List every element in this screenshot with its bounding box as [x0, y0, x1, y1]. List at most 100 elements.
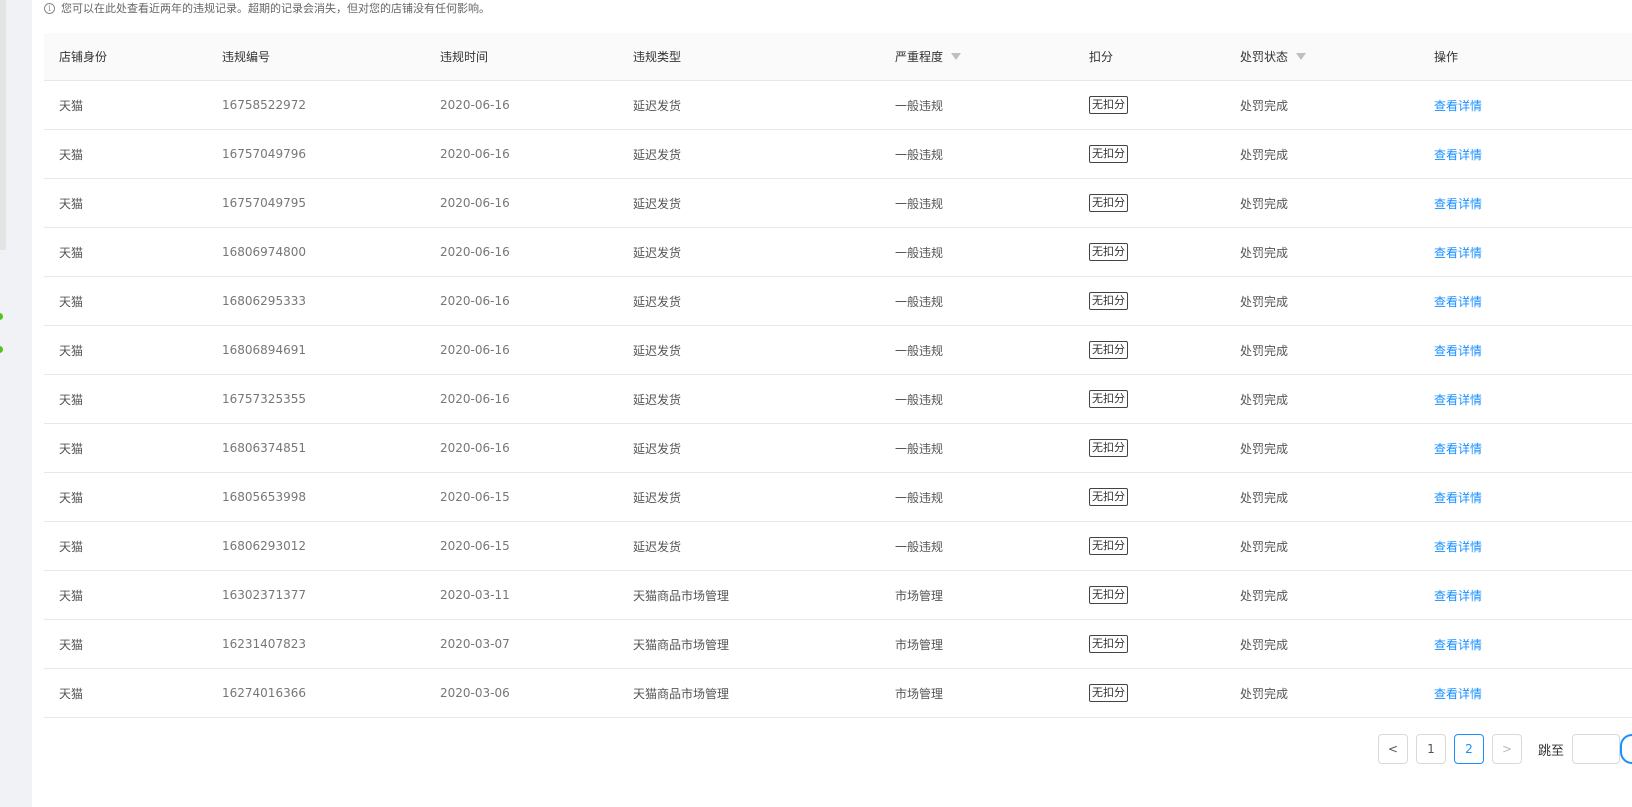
cell-points-cell: 无扣分 — [1074, 684, 1225, 702]
cell-points-cell: 无扣分 — [1074, 586, 1225, 604]
cell-violation-id: 16806894691 — [222, 343, 306, 357]
cell-status: 处罚完成 — [1240, 392, 1289, 407]
header-action: 操作 — [1434, 50, 1459, 64]
cell-violation-id: 16274016366 — [222, 686, 306, 700]
cell-status: 处罚完成 — [1240, 147, 1289, 162]
cell-violation-id: 16806295333 — [222, 294, 306, 308]
cell-violation-time: 2020-06-16 — [440, 294, 510, 308]
cell-violation-time: 2020-06-16 — [440, 245, 510, 259]
view-details-link[interactable]: 查看详情 — [1434, 491, 1482, 505]
cell-severity: 一般违规 — [895, 441, 944, 456]
view-details-link[interactable]: 查看详情 — [1434, 344, 1482, 358]
view-details-link[interactable]: 查看详情 — [1434, 540, 1482, 554]
cell-status: 处罚完成 — [1240, 490, 1289, 505]
view-details-link[interactable]: 查看详情 — [1434, 197, 1482, 211]
cell-violation-id: 16757049795 — [222, 196, 306, 210]
cell-severity: 一般违规 — [895, 343, 944, 358]
filter-icon[interactable] — [951, 53, 962, 60]
cell-severity: 一般违规 — [895, 539, 944, 554]
points-tag: 无扣分 — [1089, 488, 1128, 506]
cell-severity: 一般违规 — [895, 245, 944, 260]
header-time: 违规时间 — [440, 50, 489, 64]
view-details-link[interactable]: 查看详情 — [1434, 638, 1482, 652]
prev-page-button[interactable]: < — [1377, 734, 1408, 764]
view-details-link-cell: 查看详情 — [1419, 587, 1619, 604]
view-details-link[interactable]: 查看详情 — [1434, 442, 1482, 456]
jump-page-input[interactable] — [1572, 734, 1620, 764]
notice-text: 您可以在此处查看近两年的违规记录。超期的记录会消失，但对您的店铺没有任何影响。 — [61, 2, 490, 15]
view-details-link-cell: 查看详情 — [1419, 195, 1619, 212]
cell-severity: 市场管理 — [895, 686, 944, 701]
cell-shop: 天猫 — [59, 392, 84, 407]
cell-points-cell: 无扣分 — [1074, 243, 1225, 261]
floating-help-button[interactable] — [1620, 734, 1632, 764]
left-scroll-track — [0, 0, 6, 250]
table-row: 天猫 16302371377 2020-03-11 天猫商品市场管理 市场管理 无扣分 处罚… — [44, 571, 1632, 620]
cell-shop: 天猫 — [59, 98, 84, 113]
cell-violation-type: 延迟发货 — [633, 196, 682, 211]
cell-severity: 一般违规 — [895, 98, 944, 113]
page-button-2[interactable]: 2 — [1453, 734, 1484, 764]
next-page-button[interactable]: > — [1491, 734, 1522, 764]
cell-violation-type: 天猫商品市场管理 — [633, 637, 730, 652]
cell-severity: 一般违规 — [895, 294, 944, 309]
cell-violation-type: 延迟发货 — [633, 392, 682, 407]
view-details-link[interactable]: 查看详情 — [1434, 295, 1482, 309]
cell-violation-type: 延迟发货 — [633, 441, 682, 456]
cell-violation-type: 天猫商品市场管理 — [633, 588, 730, 603]
violations-table: 店铺身份 违规编号 违规时间 违规类型 严重程度 扣分 处罚状态 操作 天猫 16… — [44, 33, 1632, 718]
violation-records-panel: i 您可以在此处查看近两年的违规记录。超期的记录会消失，但对您的店铺没有任何影响… — [32, 0, 1632, 807]
cell-points-cell: 无扣分 — [1074, 194, 1225, 212]
points-tag: 无扣分 — [1089, 292, 1128, 310]
header-severity: 严重程度 — [880, 48, 1074, 65]
points-tag: 无扣分 — [1089, 684, 1128, 702]
status-dot — [0, 346, 3, 353]
cell-violation-id: 16302371377 — [222, 588, 306, 602]
cell-violation-type: 延迟发货 — [633, 294, 682, 309]
view-details-link-cell: 查看详情 — [1419, 342, 1619, 359]
cell-violation-time: 2020-06-15 — [440, 490, 510, 504]
cell-points-cell: 无扣分 — [1074, 390, 1225, 408]
cell-violation-id: 16805653998 — [222, 490, 306, 504]
cell-status: 处罚完成 — [1240, 245, 1289, 260]
view-details-link-cell: 查看详情 — [1419, 538, 1619, 555]
cell-violation-time: 2020-06-16 — [440, 98, 510, 112]
cell-severity: 市场管理 — [895, 588, 944, 603]
cell-points-cell: 无扣分 — [1074, 537, 1225, 555]
filter-icon[interactable] — [1296, 53, 1307, 60]
view-details-link[interactable]: 查看详情 — [1434, 687, 1482, 701]
cell-points-cell: 无扣分 — [1074, 635, 1225, 653]
cell-violation-id: 16806974800 — [222, 245, 306, 259]
view-details-link-cell: 查看详情 — [1419, 391, 1619, 408]
view-details-link[interactable]: 查看详情 — [1434, 148, 1482, 162]
view-details-link-cell: 查看详情 — [1419, 146, 1619, 163]
view-details-link[interactable]: 查看详情 — [1434, 99, 1482, 113]
cell-shop: 天猫 — [59, 637, 84, 652]
cell-severity: 一般违规 — [895, 392, 944, 407]
cell-shop: 天猫 — [59, 588, 84, 603]
table-row: 天猫 16231407823 2020-03-07 天猫商品市场管理 市场管理 无扣分 处罚… — [44, 620, 1632, 669]
view-details-link-cell: 查看详情 — [1419, 685, 1619, 702]
view-details-link-cell: 查看详情 — [1419, 97, 1619, 114]
table-row: 天猫 16757325355 2020-06-16 延迟发货 一般违规 无扣分 处罚完成 查看… — [44, 375, 1632, 424]
view-details-link[interactable]: 查看详情 — [1434, 589, 1482, 603]
table-row: 天猫 16806894691 2020-06-16 延迟发货 一般违规 无扣分 处罚完成 查看… — [44, 326, 1632, 375]
table-row: 天猫 16806295333 2020-06-16 延迟发货 一般违规 无扣分 处罚完成 查看… — [44, 277, 1632, 326]
page-button-1[interactable]: 1 — [1415, 734, 1446, 764]
cell-violation-time: 2020-03-06 — [440, 686, 510, 700]
cell-violation-type: 延迟发货 — [633, 147, 682, 162]
cell-shop: 天猫 — [59, 686, 84, 701]
header-status: 处罚状态 — [1225, 48, 1419, 65]
cell-status: 处罚完成 — [1240, 686, 1289, 701]
cell-shop: 天猫 — [59, 539, 84, 554]
view-details-link-cell: 查看详情 — [1419, 293, 1619, 310]
cell-shop: 天猫 — [59, 196, 84, 211]
table-row: 天猫 16806374851 2020-06-16 延迟发货 一般违规 无扣分 处罚完成 查看… — [44, 424, 1632, 473]
view-details-link[interactable]: 查看详情 — [1434, 246, 1482, 260]
cell-violation-id: 16758522972 — [222, 98, 306, 112]
table-row: 天猫 16805653998 2020-06-15 延迟发货 一般违规 无扣分 处罚完成 查看… — [44, 473, 1632, 522]
cell-shop: 天猫 — [59, 294, 84, 309]
view-details-link[interactable]: 查看详情 — [1434, 393, 1482, 407]
cell-violation-time: 2020-06-15 — [440, 539, 510, 553]
cell-violation-time: 2020-03-07 — [440, 637, 510, 651]
